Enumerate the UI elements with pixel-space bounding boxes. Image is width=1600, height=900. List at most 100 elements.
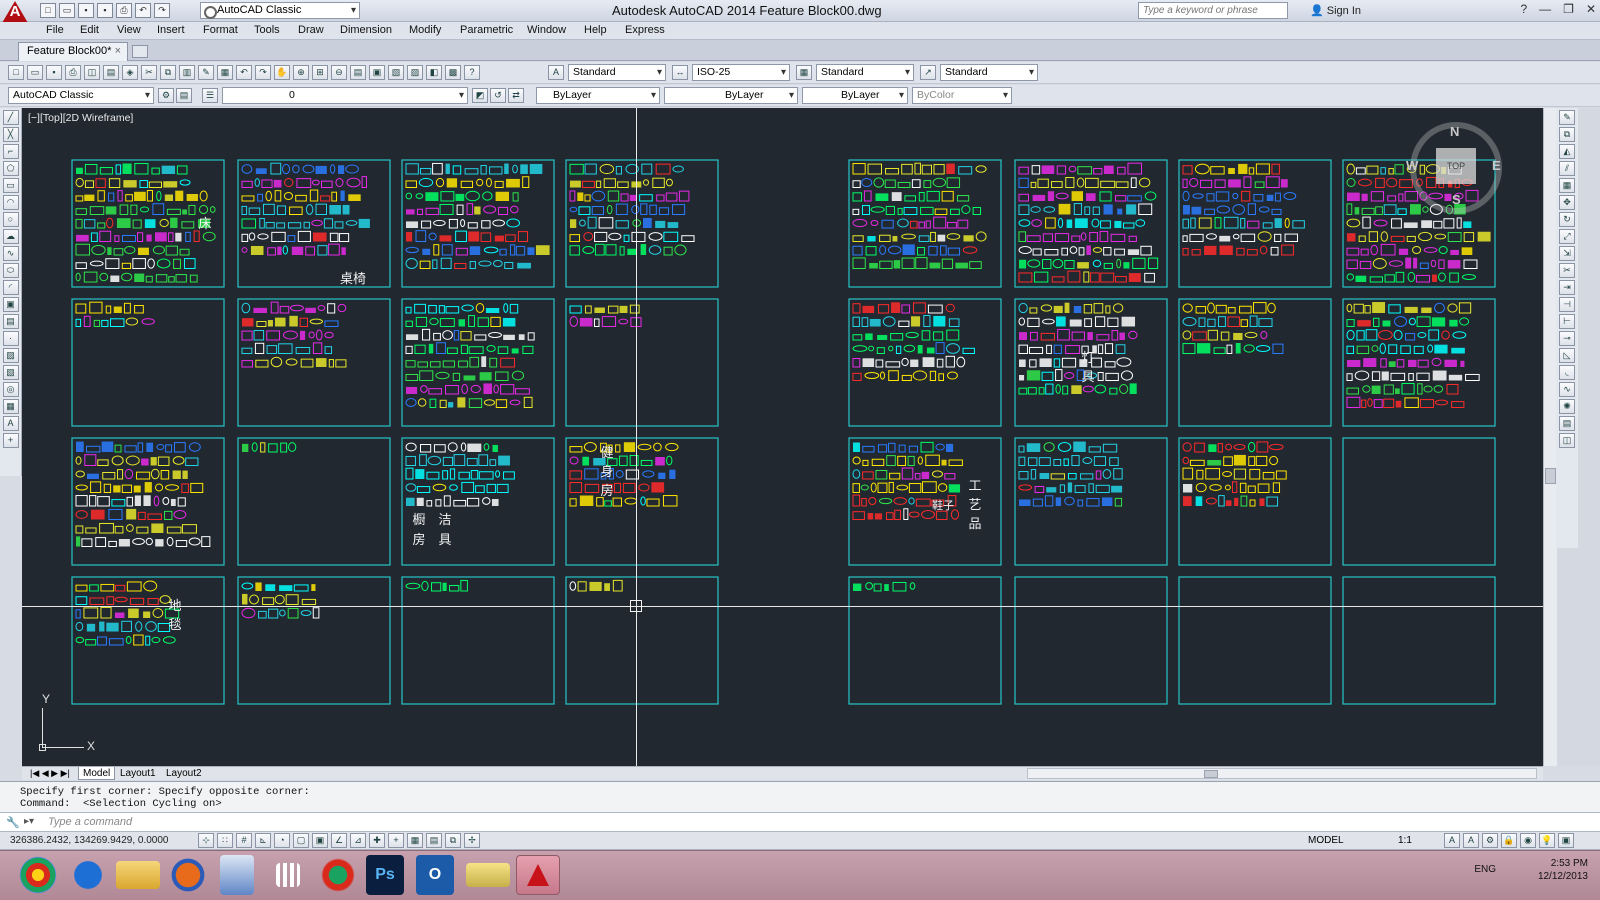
workspace-dropdown[interactable]: AutoCAD Classic (200, 2, 360, 19)
spline-icon[interactable]: ∿ (2, 246, 19, 261)
menu-draw[interactable]: Draw (298, 24, 324, 36)
hardware-acceleration-icon[interactable]: ◉ (1520, 833, 1536, 848)
menu-file[interactable]: File (46, 24, 64, 36)
zoom-realtime-icon[interactable]: ⊕ (293, 65, 309, 80)
viewcube-east[interactable]: E (1492, 158, 1501, 173)
grid-display-icon[interactable]: # (236, 833, 252, 848)
undo-icon[interactable]: ↶ (236, 65, 252, 80)
menu-edit[interactable]: Edit (80, 24, 99, 36)
dim-style-icon[interactable]: ↔ (672, 65, 688, 80)
help-search-input[interactable]: Type a keyword or phrase (1138, 2, 1288, 19)
viewcube-top-face[interactable]: TOP (1436, 148, 1476, 184)
menu-window[interactable]: Window (527, 24, 566, 36)
publish-icon[interactable]: ▤ (103, 65, 119, 80)
hatch-icon[interactable]: ▨ (2, 348, 19, 363)
multileader-style-dropdown[interactable]: Standard (940, 64, 1038, 81)
block-sheet-frame[interactable] (848, 576, 1002, 705)
table-icon[interactable]: ▦ (2, 399, 19, 414)
multiline-text-icon[interactable]: A (2, 416, 19, 431)
layer-dropdown[interactable]: 0 (222, 87, 468, 104)
extend-icon[interactable]: ⇥ (1559, 280, 1575, 295)
menu-view[interactable]: View (117, 24, 141, 36)
block-sheet-frame[interactable] (1014, 576, 1168, 705)
block-sheet-frame[interactable] (237, 576, 391, 705)
restore-icon[interactable]: ❐ (1563, 2, 1574, 16)
transparency-icon[interactable]: ▦ (407, 833, 423, 848)
menu-format[interactable]: Format (203, 24, 238, 36)
copy-object-icon[interactable]: ⧉ (1559, 127, 1575, 142)
layer-previous-icon[interactable]: ↺ (490, 88, 506, 103)
polygon-icon[interactable]: ⬠ (2, 161, 19, 176)
isolate-objects-icon[interactable]: 💡 (1539, 833, 1555, 848)
open-icon[interactable]: ▭ (27, 65, 43, 80)
photoshop-taskbar-icon[interactable]: Ps (366, 855, 404, 895)
break-at-point-icon[interactable]: ⊣ (1559, 297, 1575, 312)
plot-icon[interactable]: ⎙ (116, 3, 132, 18)
cut-icon[interactable]: ✂ (141, 65, 157, 80)
menu-help[interactable]: Help (584, 24, 607, 36)
erase-icon[interactable]: ✎ (1559, 110, 1575, 125)
qnew-icon[interactable]: □ (8, 65, 24, 80)
tool-palettes-icon[interactable]: ▧ (388, 65, 404, 80)
vertical-scrollbar[interactable] (1543, 108, 1557, 766)
color-dropdown[interactable]: ByLayer (536, 87, 660, 104)
text-style-dropdown[interactable]: Standard (568, 64, 666, 81)
plotstyle-dropdown[interactable]: ByColor (912, 87, 1012, 104)
menu-dimension[interactable]: Dimension (340, 24, 392, 36)
block-sheet-frame[interactable] (237, 298, 391, 427)
match-properties-icon[interactable]: ✎ (198, 65, 214, 80)
dynamic-input-icon[interactable]: ✚ (369, 833, 385, 848)
layer-isolate-icon[interactable]: ◫ (1559, 433, 1575, 448)
quick-properties-icon[interactable]: ▤ (426, 833, 442, 848)
table-style-icon[interactable]: ▦ (796, 65, 812, 80)
close-icon[interactable]: ✕ (1586, 2, 1596, 16)
command-line[interactable]: 🔧 ▸▾ Type a command (0, 812, 1600, 832)
mirror-icon[interactable]: ◭ (1559, 144, 1575, 159)
zoom-previous-icon[interactable]: ⊖ (331, 65, 347, 80)
region-icon[interactable]: ◎ (2, 382, 19, 397)
layer-manager-icon[interactable]: ▤ (176, 88, 192, 103)
chrome-2-taskbar-icon[interactable] (316, 855, 360, 895)
linetype-dropdown[interactable]: ByLayer (664, 87, 798, 104)
dynamic-ucs-icon[interactable]: ⊿ (350, 833, 366, 848)
quickcalc-icon[interactable]: ▩ (445, 65, 461, 80)
join-icon[interactable]: ⊸ (1559, 331, 1575, 346)
menu-modify[interactable]: Modify (409, 24, 441, 36)
move-icon[interactable]: ✥ (1559, 195, 1575, 210)
help-icon[interactable]: ? (1520, 2, 1527, 16)
ortho-mode-icon[interactable]: ⊾ (255, 833, 271, 848)
multileader-style-icon[interactable]: ↗ (920, 65, 936, 80)
fillet-icon[interactable]: ◟ (1559, 365, 1575, 380)
block-sheet-frame[interactable] (71, 576, 225, 705)
internet-explorer-taskbar-icon[interactable] (66, 855, 110, 895)
workspace-settings-icon[interactable]: ⚙ (158, 88, 174, 103)
table-style-dropdown[interactable]: Standard (816, 64, 914, 81)
copy-icon[interactable]: ⧉ (160, 65, 176, 80)
object-snap-icon[interactable]: ▢ (293, 833, 309, 848)
block-sheet-frame[interactable] (1014, 437, 1168, 566)
scale-icon[interactable]: ⤢ (1559, 229, 1575, 244)
clock-date[interactable]: 12/12/2013 (1538, 870, 1588, 883)
save-icon[interactable]: ▪ (78, 3, 94, 18)
construction-line-icon[interactable]: ╳ (2, 127, 19, 142)
viewcube[interactable]: N S E W TOP (1406, 122, 1502, 214)
annotation-monitor-icon[interactable]: ✢ (464, 833, 480, 848)
insert-block-icon[interactable]: ▣ (2, 297, 19, 312)
rotate-icon[interactable]: ↻ (1559, 212, 1575, 227)
annotation-scale[interactable]: 1:1 (1398, 835, 1412, 846)
close-tab-icon[interactable]: × (115, 43, 121, 60)
snap-mode-icon[interactable]: ∷ (217, 833, 233, 848)
sheet-set-icon[interactable]: ▨ (407, 65, 423, 80)
object-snap-tracking-icon[interactable]: ∠ (331, 833, 347, 848)
markup-icon[interactable]: ◧ (426, 65, 442, 80)
horizontal-scrollbar[interactable] (1027, 768, 1537, 779)
command-input[interactable]: Type a command (48, 816, 132, 828)
file-explorer-taskbar-icon[interactable] (116, 861, 160, 889)
save-icon[interactable]: ▪ (46, 65, 62, 80)
windows-live-mail-taskbar-icon[interactable] (220, 855, 254, 895)
autocad-logo-button[interactable]: A (2, 1, 28, 23)
block-sheet-frame[interactable] (565, 576, 719, 705)
polar-tracking-icon[interactable]: ◔ (274, 833, 290, 848)
text-style-icon[interactable]: A (548, 65, 564, 80)
3d-dwf-icon[interactable]: ◈ (122, 65, 138, 80)
